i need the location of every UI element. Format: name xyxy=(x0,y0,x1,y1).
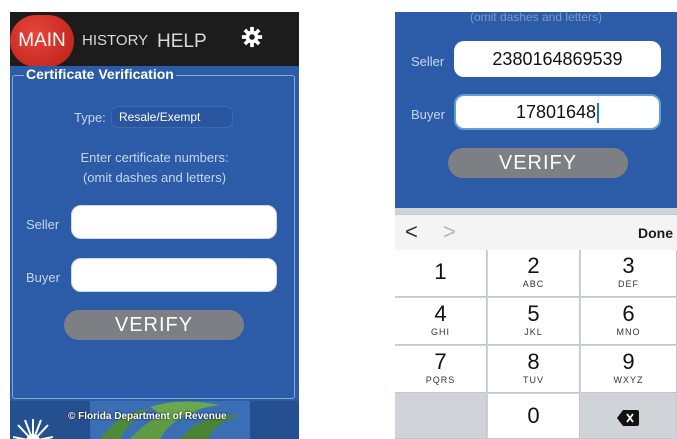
keyboard-accessory-bar: < > Done xyxy=(395,214,677,250)
buyer-input-value: 17801648 xyxy=(515,102,597,122)
buyer-input[interactable]: 17801648 xyxy=(454,94,661,130)
key-digit: 7 xyxy=(434,349,447,374)
key-0[interactable]: 0 xyxy=(488,394,580,439)
done-button[interactable]: Done xyxy=(638,225,673,241)
form-area: (omit dashes and letters) Seller 2380164… xyxy=(395,12,677,208)
key-1[interactable]: 1 xyxy=(395,250,487,297)
previous-field-button[interactable]: < xyxy=(405,219,418,245)
right-phone-screen: (omit dashes and letters) Seller 2380164… xyxy=(395,12,677,439)
backspace-key[interactable] xyxy=(581,394,677,439)
buyer-label: Buyer xyxy=(26,270,60,285)
key-letters: DEF xyxy=(618,279,639,289)
key-digit: 9 xyxy=(622,349,635,374)
top-nav-bar: MAIN HISTORY HELP xyxy=(10,12,299,67)
key-5[interactable]: 5 JKL xyxy=(488,298,580,345)
instructions-line-2: (omit dashes and letters) xyxy=(82,170,227,185)
key-8[interactable]: 8 TUV xyxy=(488,346,580,393)
seller-label: Seller xyxy=(411,54,445,69)
tab-main[interactable]: MAIN xyxy=(10,15,74,67)
key-letters: TUV xyxy=(523,375,544,385)
key-digit: 4 xyxy=(434,301,447,326)
key-2[interactable]: 2 ABC xyxy=(488,250,580,297)
key-digit: 3 xyxy=(622,253,635,278)
key-7[interactable]: 7 PQRS xyxy=(395,346,487,393)
type-select[interactable]: Resale/Exempt xyxy=(111,106,233,128)
gear-icon[interactable] xyxy=(241,26,263,48)
sunburst-logo-icon xyxy=(13,419,53,439)
key-digit: 1 xyxy=(434,259,447,284)
instructions-line-2: (omit dashes and letters) xyxy=(469,12,603,24)
backspace-icon xyxy=(617,410,639,426)
instructions-line-1: Enter certificate numbers: xyxy=(80,150,229,165)
tab-help[interactable]: HELP xyxy=(157,31,207,53)
key-letters: PQRS xyxy=(425,375,456,385)
next-field-button[interactable]: > xyxy=(443,219,456,245)
key-letters: JKL xyxy=(524,327,543,337)
key-digit: 0 xyxy=(527,403,540,428)
text-caret xyxy=(597,103,600,124)
key-digit: 8 xyxy=(527,349,540,374)
key-letters: GHI xyxy=(430,327,450,337)
key-6[interactable]: 6 MNO xyxy=(581,298,677,345)
key-digit: 2 xyxy=(527,253,540,278)
key-digit: 5 xyxy=(527,301,540,326)
seller-label: Seller xyxy=(26,217,60,232)
buyer-label: Buyer xyxy=(411,107,445,122)
type-label: Type: xyxy=(74,110,106,125)
numeric-keypad: 1 2 ABC 3 DEF 4 GHI 5 JKL 6 MNO 7 PQRS 8 TUV 9W… xyxy=(395,250,677,439)
key-9[interactable]: 9 WXYZ xyxy=(581,346,677,393)
key-digit: 6 xyxy=(622,301,635,326)
blank-key xyxy=(395,394,487,439)
footer-credit: © Florida Department of Revenue xyxy=(68,411,227,422)
seller-input[interactable]: 2380164869539 xyxy=(454,41,661,77)
verify-button[interactable]: VERIFY xyxy=(64,310,244,340)
key-letters: MNO xyxy=(616,327,641,337)
tab-history[interactable]: HISTORY xyxy=(82,32,148,49)
key-3[interactable]: 3 DEF xyxy=(581,250,677,297)
footer-banner: © Florida Department of Revenue xyxy=(10,401,299,439)
key-4[interactable]: 4 GHI xyxy=(395,298,487,345)
buyer-input[interactable] xyxy=(71,258,277,292)
key-letters: ABC xyxy=(522,279,545,289)
seller-input[interactable] xyxy=(71,205,277,239)
key-letters: WXYZ xyxy=(613,375,644,385)
verify-button[interactable]: VERIFY xyxy=(448,148,628,178)
left-phone-screen: MAIN HISTORY HELP Certificate Verificati… xyxy=(10,12,299,439)
section-title: Certificate Verification xyxy=(24,66,176,82)
